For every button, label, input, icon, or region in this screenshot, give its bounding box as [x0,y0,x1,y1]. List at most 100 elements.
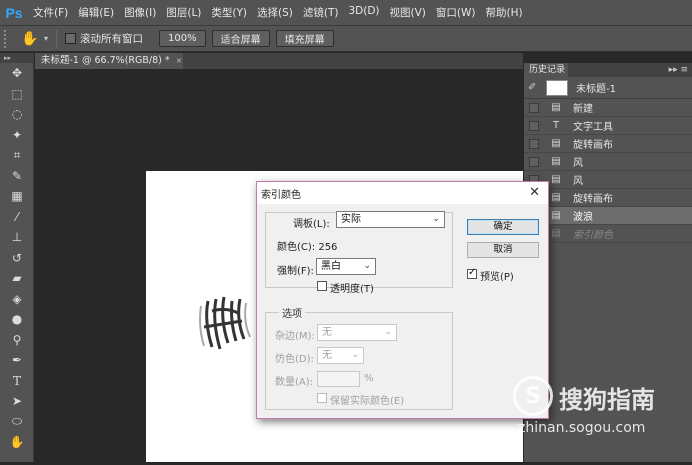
clone-stamp-tool-icon[interactable]: ⊥ [0,227,34,248]
history-state-checkbox[interactable] [529,156,539,167]
menu-item[interactable]: 视图(V) [385,5,431,20]
preview-checkbox[interactable] [467,267,477,279]
menu-item[interactable]: 文件(F) [28,5,73,20]
brush-tool-icon[interactable]: ⁄ [0,207,34,228]
history-state-checkbox[interactable] [529,102,539,113]
doc-icon: ▤ [551,156,561,167]
fill-screen-button[interactable]: 填充屏幕 [275,30,334,47]
forced-select[interactable]: 黑白 ⌄ [316,258,376,275]
dither-label: 仿色(D): [275,354,314,365]
hand-tool-icon[interactable]: ✋ [18,29,42,49]
ellipse-tool-icon[interactable]: ⬭ [0,412,34,433]
options-divider [56,29,58,48]
tool-preset-dropdown-icon[interactable]: ▾ [44,34,48,43]
document-tab[interactable]: 未标题-1 @ 66.7%(RGB/8) * × [35,53,183,69]
matte-label: 杂边(M): [275,331,315,342]
menu-item[interactable]: 窗口(W) [431,5,481,20]
history-state[interactable]: ▤ 风 [524,153,692,171]
history-snapshot[interactable]: ✐ 未标题-1 [524,77,692,99]
scroll-all-checkbox[interactable] [65,33,77,44]
menu-item[interactable]: 选择(S) [252,5,298,20]
paint-bucket-tool-icon[interactable]: ◈ [0,289,34,310]
amount-label: 数量(A): [275,377,314,388]
tools-panel: ▸▸ ✥ ⬚ ◌ ✦ ⌗ ✎ ▦ ⁄ ⊥ ↺ ▰ ◈ ● ⚲ ✒ T ➤ ⬭ ✋ [0,53,34,462]
path-selection-tool-icon[interactable]: ➤ [0,391,34,412]
eraser-tool-icon[interactable]: ▰ [0,268,34,289]
forced-value: 黑白 [321,261,341,272]
watermark-name: 搜狗指南 [559,386,655,414]
eyedropper-tool-icon[interactable]: ✎ [0,166,34,187]
chevron-down-icon: ⌄ [363,261,371,271]
menu-bar: Ps 文件(F) 编辑(E) 图像(I) 图层(L) 类型(Y) 选择(S) 滤镜(T) 3D… [0,0,692,26]
palette-select[interactable]: 实际 ⌄ [336,211,445,228]
history-state[interactable]: ▤ 波浪 [524,207,692,225]
blur-tool-icon[interactable]: ● [0,309,34,330]
dialog-title-bar[interactable]: 索引颜色 [257,182,548,204]
menu-item[interactable]: 图层(L) [161,5,206,20]
options-bar: ✋ ▾ 滚动所有窗口 100% 适合屏幕 填充屏幕 [0,26,692,52]
tools-panel-collapse[interactable]: ▸▸ [0,53,33,63]
doc-icon: ▤ [551,192,561,203]
menu-item[interactable]: 类型(Y) [206,5,252,20]
preserve-colors-checkbox[interactable] [317,393,327,403]
zoom-100-button[interactable]: 100% [159,30,206,47]
menu-item[interactable]: 编辑(E) [73,5,119,20]
history-state-label: 旋转画布 [573,140,613,151]
doc-icon: ▤ [551,138,561,149]
history-brush-source-icon[interactable]: ✐ [524,82,540,93]
document-tab-title: 未标题-1 @ 66.7%(RGB/8) * [41,55,170,66]
history-state[interactable]: ▤ 旋转画布 [524,189,692,207]
chevron-down-icon: ⌄ [432,214,440,224]
pen-tool-icon[interactable]: ✒ [0,350,34,371]
history-state-label: 风 [573,176,583,187]
history-state-checkbox[interactable] [529,138,539,149]
palette-label: 调板(L): [293,219,330,230]
type-icon: T [552,120,560,131]
chevron-down-icon: ⌄ [351,350,359,360]
history-state[interactable]: ▤ 旋转画布 [524,135,692,153]
history-brush-tool-icon[interactable]: ↺ [0,248,34,269]
panel-menu-icon[interactable]: ▸▸ ≡ [669,63,688,77]
type-tool-icon[interactable]: T [0,371,34,392]
close-icon[interactable]: × [176,56,183,65]
cancel-button[interactable]: 取消 [467,242,539,258]
options-grip[interactable] [4,29,10,48]
history-state-label: 风 [573,158,583,169]
crop-tool-icon[interactable]: ⌗ [0,145,34,166]
sogou-logo: S [513,376,553,416]
marquee-tool-icon[interactable]: ⬚ [0,84,34,105]
transparency-label: 透明度(T) [330,284,374,295]
dodge-tool-icon[interactable]: ⚲ [0,330,34,351]
menu-items: 文件(F) 编辑(E) 图像(I) 图层(L) 类型(Y) 选择(S) 滤镜(T) 3D(D)… [28,5,528,20]
history-state-label: 文字工具 [573,122,613,133]
ok-button[interactable]: 确定 [467,219,539,235]
chevron-down-icon: ⌄ [384,327,392,337]
amount-input[interactable] [317,371,360,387]
fit-screen-button[interactable]: 适合屏幕 [211,30,270,47]
menu-item[interactable]: 图像(I) [119,5,161,20]
hand-tool-icon[interactable]: ✋ [0,432,34,453]
lasso-tool-icon[interactable]: ◌ [0,104,34,125]
snapshot-name: 未标题-1 [576,84,616,95]
menu-item[interactable]: 3D(D) [343,5,384,20]
healing-brush-tool-icon[interactable]: ▦ [0,186,34,207]
dither-select[interactable]: 无 ⌄ [317,347,364,364]
document-tab-strip: 未标题-1 @ 66.7%(RGB/8) * × [35,53,523,69]
history-state[interactable]: ▤ 风 [524,171,692,189]
transparency-checkbox[interactable] [317,281,327,291]
history-tab[interactable]: 历史记录 [524,63,568,77]
menu-item[interactable]: 滤镜(T) [298,5,344,20]
history-state[interactable]: ▤ 新建 [524,99,692,117]
matte-select[interactable]: 无 ⌄ [317,324,397,341]
history-state-checkbox[interactable] [529,120,539,131]
matte-value: 无 [322,327,332,338]
menu-item[interactable]: 帮助(H) [481,5,528,20]
move-tool-icon[interactable]: ✥ [0,63,34,84]
doc-icon: ▤ [551,102,561,113]
magic-wand-tool-icon[interactable]: ✦ [0,125,34,146]
history-state[interactable]: T 文字工具 [524,117,692,135]
history-state[interactable]: ▤ 索引颜色 [524,225,692,243]
forced-label: 强制(F): [277,266,314,277]
preview-label: 预览(P) [480,272,514,283]
close-icon[interactable]: ✕ [529,185,540,200]
